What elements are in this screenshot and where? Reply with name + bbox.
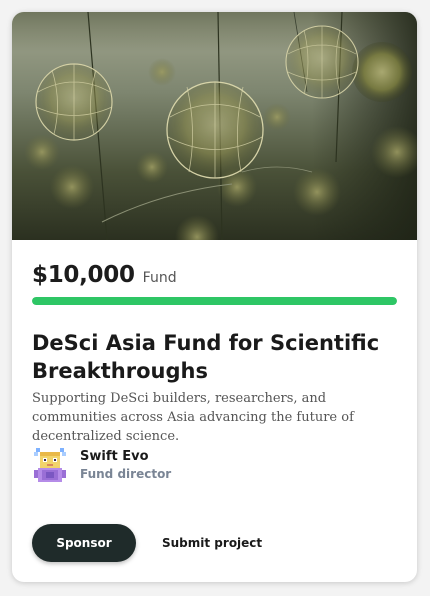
fund-description: Supporting DeSci builders, researchers, …	[32, 391, 354, 444]
fund-card: $10,000 Fund DeSci Asia Fund for Scienti…	[12, 12, 417, 582]
progress-bar	[32, 297, 397, 305]
progress-bar-fill	[32, 297, 397, 305]
fund-amount: $10,000	[32, 262, 135, 288]
fund-amount-row: $10,000 Fund	[32, 262, 177, 288]
avatar	[32, 446, 68, 484]
pixel-character-avatar-icon	[32, 446, 68, 484]
fund-director: Swift Evo Fund director	[32, 446, 171, 484]
submit-project-button[interactable]: Submit project	[152, 524, 272, 562]
hero-image	[12, 12, 417, 240]
fund-title: DeSci Asia Fund for Scientific Breakthro…	[32, 331, 380, 383]
director-role: Fund director	[80, 467, 172, 481]
director-info: Swift Evo Fund director	[80, 449, 171, 481]
director-name: Swift Evo	[80, 449, 149, 464]
fund-amount-unit: Fund	[142, 270, 177, 286]
plankton-photo	[12, 12, 417, 240]
sponsor-button[interactable]: Sponsor	[32, 524, 136, 562]
